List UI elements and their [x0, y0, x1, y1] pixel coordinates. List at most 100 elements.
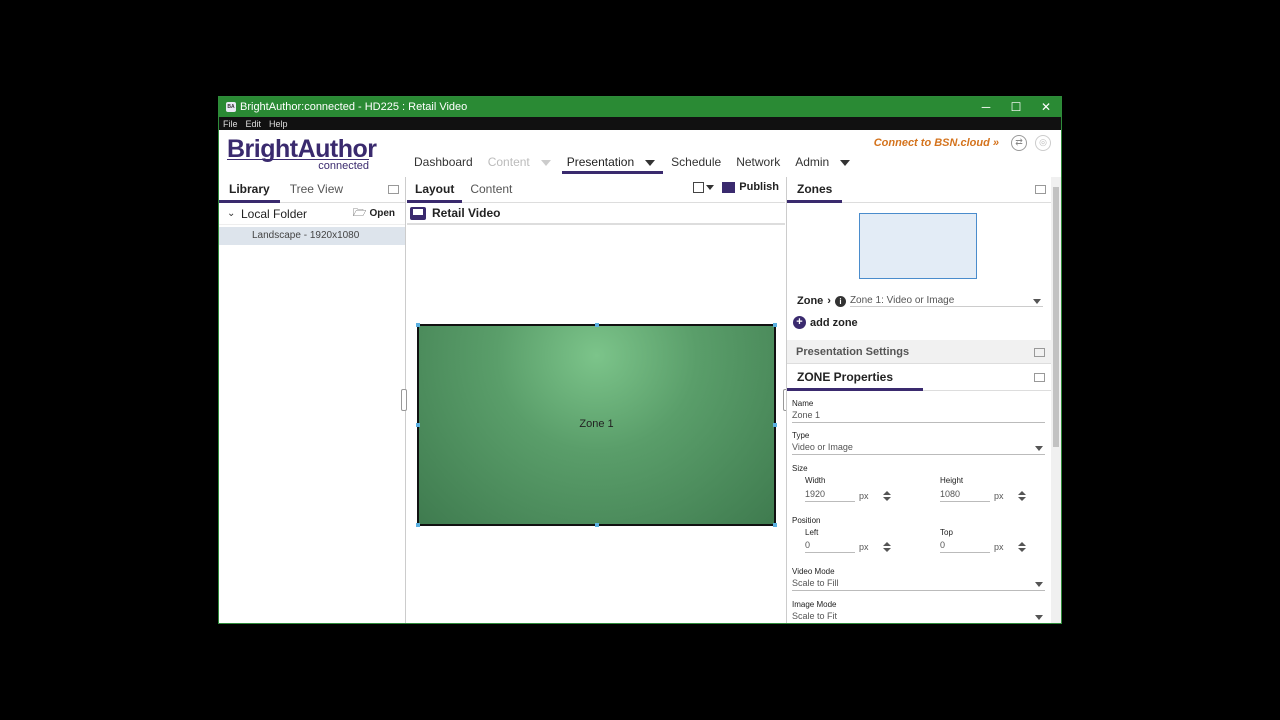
resize-handle[interactable]: [773, 323, 777, 327]
globe-icon[interactable]: ◎: [1035, 135, 1051, 151]
folder-name: Local Folder: [241, 206, 308, 221]
chevron-down-icon: [1035, 582, 1043, 587]
resize-handle[interactable]: [773, 423, 777, 427]
spinner-icon[interactable]: [1018, 541, 1026, 552]
app-icon: BA: [226, 102, 236, 112]
left-value[interactable]: 0: [805, 540, 855, 553]
presentation-settings-label: Presentation Settings: [796, 346, 910, 358]
nav-presentation[interactable]: Presentation: [561, 152, 664, 174]
position-label: Position: [792, 516, 821, 525]
main-nav: Dashboard Content Presentation Schedule …: [409, 152, 861, 174]
zones-title[interactable]: Zones: [787, 182, 843, 203]
right-scrollbar[interactable]: [1051, 177, 1061, 623]
library-tabs: Library Tree View: [219, 177, 405, 203]
chevron-down-icon[interactable]: ⌄: [227, 208, 237, 219]
zone-properties-title[interactable]: ZONE Properties: [787, 370, 924, 391]
width-label: Width: [805, 476, 826, 485]
menu-edit[interactable]: Edit: [246, 119, 262, 129]
zone-canvas[interactable]: Zone 1: [416, 323, 777, 527]
spinner-icon[interactable]: [1018, 490, 1026, 501]
layout-editor: Layout Content Publish Retail Video Zone…: [407, 177, 785, 623]
video-mode-value: Scale to Fill: [792, 578, 839, 588]
chevron-down-icon[interactable]: [706, 184, 715, 190]
window-title: BrightAuthor:connected - HD225 : Retail …: [240, 101, 468, 113]
top-value[interactable]: 0: [940, 540, 990, 553]
sync-icon[interactable]: ⇄: [1011, 135, 1027, 151]
video-mode-select[interactable]: Scale to Fill: [792, 578, 1045, 591]
zone-properties-header: ZONE Properties: [787, 365, 1051, 391]
spinner-icon[interactable]: [883, 490, 891, 501]
resize-handle[interactable]: [773, 523, 777, 527]
save-icon[interactable]: [693, 181, 705, 193]
panel-splitter[interactable]: [401, 389, 407, 411]
top-unit: px: [994, 541, 1004, 552]
library-panel: Library Tree View ⌄ Local Folder 🗁 Open …: [219, 177, 406, 623]
editor-tabs: Layout Content Publish: [407, 177, 785, 203]
nav-content[interactable]: Content: [483, 152, 535, 172]
height-label: Height: [940, 476, 964, 485]
video-mode-label: Video Mode: [792, 567, 835, 576]
zone-thumbnail[interactable]: [859, 213, 977, 279]
folder-row[interactable]: ⌄ Local Folder 🗁 Open: [219, 203, 405, 225]
add-zone-button[interactable]: + add zone: [793, 316, 858, 329]
publish-button[interactable]: Publish: [739, 181, 779, 193]
minimize-icon[interactable]: ─: [971, 97, 1001, 117]
spinner-icon[interactable]: [883, 541, 891, 552]
tab-content[interactable]: Content: [462, 182, 520, 202]
menu-help[interactable]: Help: [269, 119, 288, 129]
type-value: Video or Image: [792, 442, 853, 452]
zone-select-value: Zone 1: Video or Image: [849, 295, 955, 306]
nav-dashboard[interactable]: Dashboard: [409, 152, 478, 172]
collapse-panel-icon[interactable]: [1035, 185, 1046, 194]
name-field[interactable]: Zone 1: [792, 410, 1045, 423]
collapse-panel-icon[interactable]: [1034, 348, 1045, 357]
height-stepper[interactable]: 1080 px: [940, 489, 1026, 502]
image-mode-label: Image Mode: [792, 600, 837, 609]
left-stepper[interactable]: 0 px: [805, 540, 891, 553]
tab-layout[interactable]: Layout: [407, 182, 463, 203]
height-value[interactable]: 1080: [940, 489, 990, 502]
bsn-connect-link[interactable]: Connect to BSN.cloud »: [874, 137, 999, 149]
resize-handle[interactable]: [595, 523, 599, 527]
tab-tree-view[interactable]: Tree View: [280, 182, 353, 202]
maximize-icon[interactable]: ☐: [1001, 97, 1031, 117]
width-stepper[interactable]: 1920 px: [805, 489, 891, 502]
logo: BrightAuthor connected: [227, 135, 377, 172]
width-value[interactable]: 1920: [805, 489, 855, 502]
resize-handle[interactable]: [416, 323, 420, 327]
presentation-row: Retail Video: [407, 203, 785, 225]
presentation-name: Retail Video: [432, 206, 501, 220]
nav-network[interactable]: Network: [731, 152, 785, 172]
top-stepper[interactable]: 0 px: [940, 540, 1026, 553]
collapse-panel-icon[interactable]: [1034, 373, 1045, 382]
image-mode-select[interactable]: Scale to Fit: [792, 611, 1045, 623]
presentation-settings-header[interactable]: Presentation Settings: [787, 340, 1051, 364]
library-item[interactable]: Landscape - 1920x1080: [219, 227, 405, 245]
resize-handle[interactable]: [416, 423, 420, 427]
zone-selector-row: Zone › i Zone 1: Video or Image: [797, 295, 1043, 307]
nav-schedule[interactable]: Schedule: [666, 152, 726, 172]
plus-icon: +: [793, 316, 806, 329]
open-button[interactable]: Open: [369, 208, 395, 219]
menu-file[interactable]: File: [223, 119, 238, 129]
height-unit: px: [994, 490, 1004, 501]
info-icon[interactable]: i: [834, 295, 846, 307]
nav-admin[interactable]: Admin: [790, 152, 834, 172]
collapse-panel-icon[interactable]: [388, 185, 399, 194]
zone-select[interactable]: Zone 1: Video or Image: [849, 295, 1043, 307]
chevron-down-icon[interactable]: [540, 152, 551, 172]
tab-library[interactable]: Library: [219, 182, 280, 203]
name-label: Name: [792, 399, 814, 408]
image-mode-value: Scale to Fit: [792, 611, 838, 621]
resize-handle[interactable]: [416, 523, 420, 527]
resize-handle[interactable]: [595, 323, 599, 327]
chevron-down-icon[interactable]: [644, 152, 656, 172]
close-icon[interactable]: ✕: [1031, 97, 1061, 117]
scrollbar-thumb[interactable]: [1053, 187, 1059, 447]
chevron-down-icon[interactable]: [839, 152, 851, 172]
zones-header: Zones: [787, 177, 1052, 203]
chevron-right-icon: ›: [827, 295, 831, 307]
chevron-down-icon: [1035, 615, 1043, 620]
type-select[interactable]: Video or Image: [792, 442, 1045, 455]
title-bar: BA BrightAuthor:connected - HD225 : Reta…: [219, 97, 1061, 117]
